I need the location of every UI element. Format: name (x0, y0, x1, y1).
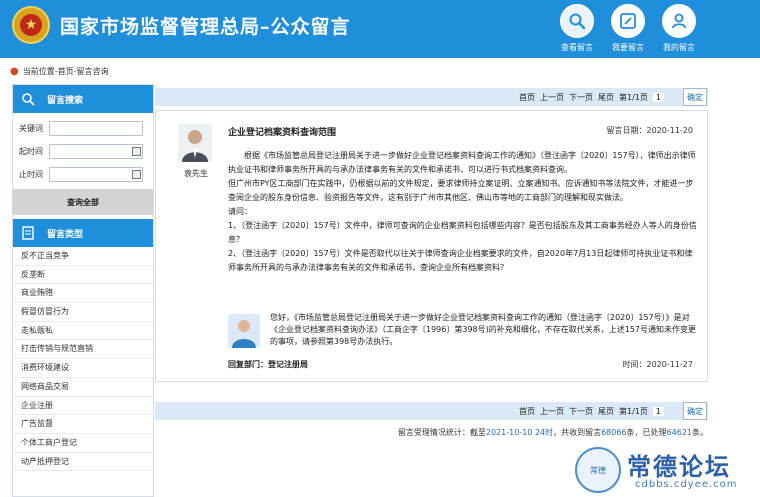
message-card: 袁先生 企业登记档案资料查询范围 留言日期：2020-11-20 根据《市场监管… (155, 110, 708, 382)
message-paragraph: 但广州市PY区工商部门在实践中，仍根据以前的文件规定，要求律师持立案证明、立案通… (228, 179, 694, 202)
keyword-label: 关键词 (19, 124, 43, 133)
next-page-link[interactable]: 下一页 (569, 92, 593, 103)
search-icon (560, 4, 594, 38)
asker-name: 袁先生 (184, 169, 208, 178)
stats-processed-count: 64621 (666, 428, 692, 437)
view-messages-button[interactable]: 查看留言 (555, 4, 599, 53)
page-number-input[interactable]: 1 (652, 92, 664, 102)
prev-page-link[interactable]: 上一页 (540, 406, 564, 417)
reply-section: 您好，《市场监管总局登记注册局关于进一步做好企业登记档案资料查询工作的通知（登注… (228, 312, 698, 354)
confirm-page-button[interactable]: 确定 (683, 402, 707, 420)
reply-time: 时间：2020-11-27 (622, 360, 694, 369)
replier-avatar (228, 314, 260, 348)
page-info: 第1/1页 (619, 406, 648, 416)
category-item[interactable]: 企业注册 (13, 397, 153, 416)
pager-top: 首页 上一页 下一页 尾页 第1/1页 1 (155, 88, 708, 106)
category-panel-header: 留言类型 (13, 219, 153, 247)
start-date-label: 起时间 (19, 147, 43, 156)
watermark-seal-icon: 常德 (575, 447, 621, 493)
end-date-label: 止时间 (19, 170, 43, 179)
reply-department: 回复部门：登记注册局 (228, 360, 308, 369)
message-date: 留言日期：2020-11-20 (606, 126, 694, 135)
document-icon (22, 226, 34, 240)
national-emblem-icon: ★ (12, 6, 50, 44)
write-message-button[interactable]: 我要留言 (606, 4, 650, 53)
category-item[interactable]: 个体工商户登记 (13, 434, 153, 453)
write-message-label: 我要留言 (612, 43, 644, 52)
search-panel-title: 留言搜索 (47, 95, 84, 106)
my-messages-label: 我的留言 (663, 43, 695, 52)
compose-icon (611, 4, 645, 38)
pager-bottom: 首页 上一页 下一页 尾页 第1/1页 1 (155, 402, 708, 420)
site-title: 国家市场监督管理总局–公众留言 (60, 16, 351, 38)
watermark-url: cdbbs.cdyee.com (635, 479, 738, 490)
category-list: 反不正当竞争 反垄断 商业贿赂 假冒仿冒行为 走私贩私 打击传销与规范直销 消费… (13, 247, 153, 472)
end-date-row: 止时间 (19, 167, 143, 182)
category-item[interactable]: 商业贿赂 (13, 284, 153, 304)
keyword-row: 关键词 (19, 121, 143, 136)
watermark-text: 常德论坛 (627, 452, 731, 481)
category-item[interactable]: 动产抵押登记 (13, 453, 153, 472)
category-item[interactable]: 反不正当竞争 (13, 247, 153, 266)
site-header: ★ 国家市场监督管理总局–公众留言 查看留言 我要留言 我的留言 (0, 0, 760, 58)
my-messages-button[interactable]: 我的留言 (657, 4, 701, 53)
category-item[interactable]: 走私贩私 (13, 322, 153, 341)
start-date-input[interactable] (49, 144, 143, 159)
stats-mid2: 条，已处理 (626, 428, 667, 437)
watermark-seal-text: 常德 (590, 465, 606, 475)
message-paragraph: 请问： (228, 207, 252, 216)
calendar-icon[interactable] (132, 147, 141, 156)
stats-mid1: ，共收到留言 (553, 428, 602, 437)
message-paragraph: 根据《市场监管总局登记注册局关于进一步做好企业登记档案资料查询工作的通知》（登注… (228, 151, 696, 174)
statistics-line: 留言受理情况统计：截至2021-10-10 24时，共收到留言68066条，已处… (370, 427, 708, 438)
breadcrumb-text: 当前位置-首页-留言咨询 (22, 66, 109, 76)
message-paragraph: 1、（登注函字〔2020〕157号）文件中，律师可查询的企业档案资料包括哪些内容… (228, 221, 697, 244)
stats-received-count: 68066 (601, 428, 627, 437)
keyword-input[interactable] (49, 121, 143, 136)
next-page-link[interactable]: 下一页 (569, 406, 593, 417)
last-page-link[interactable]: 尾页 (598, 92, 614, 103)
user-icon (662, 4, 696, 38)
message-title: 企业登记档案资料查询范围 (228, 128, 337, 138)
category-item[interactable]: 反垄断 (13, 266, 153, 285)
view-messages-label: 查看留言 (561, 43, 593, 52)
location-pin-icon: ● (10, 65, 19, 77)
stats-suffix: 条。 (692, 428, 708, 437)
breadcrumb: ● 当前位置-首页-留言咨询 (10, 64, 109, 78)
prev-page-link[interactable]: 上一页 (540, 92, 564, 103)
category-item[interactable]: 打击传销与规范直销 (13, 340, 153, 360)
stats-prefix: 留言受理情况统计：截至 (397, 428, 486, 437)
start-date-row: 起时间 (19, 144, 143, 159)
search-icon (22, 93, 35, 106)
reply-text: 您好，《市场监管总局登记注册局关于进一步做好企业登记档案资料查询工作的通知（登注… (270, 313, 697, 346)
asker-avatar (178, 124, 212, 162)
end-date-input[interactable] (49, 167, 143, 182)
message-body: 根据《市场监管总局登记注册局关于进一步做好企业登记档案资料查询工作的通知》（登注… (228, 149, 698, 275)
last-page-link[interactable]: 尾页 (598, 406, 614, 417)
category-item[interactable]: 广告监督 (13, 415, 153, 434)
page-number-input[interactable]: 1 (652, 406, 664, 416)
first-page-link[interactable]: 首页 (519, 406, 535, 417)
calendar-icon[interactable] (132, 170, 141, 179)
forum-watermark: 常德 常德论坛 cdbbs.cdyee.com (575, 447, 760, 497)
message-paragraph: 2、（登注函字〔2020〕157号）文件是否取代以往关于律师查询企业档案要求的文… (228, 249, 693, 272)
category-item[interactable]: 消费环境建设 (13, 359, 153, 378)
stats-date: 2021-10-10 24时 (485, 428, 554, 437)
category-item[interactable]: 网络商品交易 (13, 378, 153, 397)
category-panel-title: 留言类型 (47, 229, 84, 240)
page-info: 第1/1页 (619, 92, 648, 102)
sidebar: 留言搜索 关键词 起时间 止时间 查询全部 留言类型 反不正当竞争 反垄断 商业… (12, 84, 154, 497)
first-page-link[interactable]: 首页 (519, 92, 535, 103)
confirm-page-button[interactable]: 确定 (683, 88, 707, 106)
search-panel-header: 留言搜索 (13, 85, 153, 113)
query-all-button[interactable]: 查询全部 (13, 189, 153, 215)
category-item[interactable]: 假冒仿冒行为 (13, 303, 153, 322)
